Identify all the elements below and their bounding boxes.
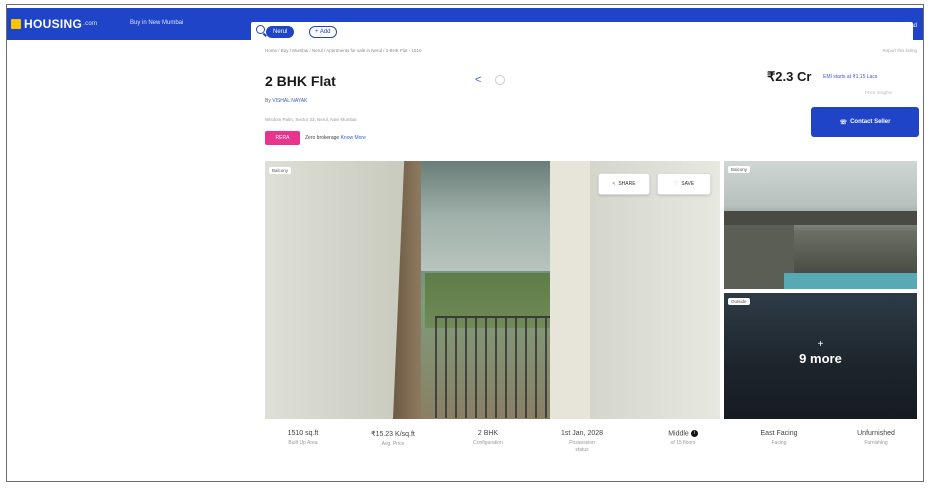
detail-value: 2 BHK	[477, 430, 499, 437]
pergola-roof	[724, 211, 917, 225]
search-bar[interactable]: Nerul + Add	[251, 22, 913, 42]
detail-label-line2: status	[575, 447, 589, 453]
detail-value-wrap: Middle i	[645, 430, 721, 437]
main-photo[interactable]: Balcony < SHARE ♡ SAVE	[265, 161, 720, 419]
brokerage-info: Zero brokerage Know More	[305, 135, 366, 141]
photo-tag: Balcony	[269, 167, 292, 174]
detail-label: Furnishing	[864, 440, 888, 446]
phone-icon: ☏	[839, 119, 848, 126]
wall	[550, 161, 590, 419]
side-photo-bottom[interactable]: Outside + 9 more	[724, 293, 917, 419]
detail-value: Unfurnished	[857, 430, 895, 437]
detail-label: Configuration	[473, 440, 503, 446]
photo-tag: Outside	[728, 298, 750, 305]
detail-label: Possession	[569, 440, 595, 446]
detail-built-up-area: 1510 sq.ft Built Up Area	[265, 430, 341, 446]
price: ₹2.3 Cr	[767, 69, 812, 84]
detail-value: Middle	[668, 430, 689, 438]
detail-value: East Facing	[760, 430, 798, 437]
share-icon[interactable]: <	[475, 74, 481, 86]
save-label: SAVE	[681, 181, 695, 187]
detail-label: of 15 floors	[670, 440, 696, 447]
side-photo-top[interactable]: Balcony	[724, 161, 917, 289]
detail-avg-price: ₹15.23 K/sq.ft Avg. Price	[353, 430, 433, 447]
share-icon: <	[612, 181, 616, 187]
page-title: 2 BHK Flat	[265, 73, 336, 89]
search-icon	[256, 25, 265, 34]
price-insights-link[interactable]: Price Insights	[865, 90, 892, 95]
seller-byline: By VISHAL NAYAK	[265, 98, 307, 104]
detail-label: Facing	[771, 440, 787, 446]
detail-floor: Middle i of 15 floors	[645, 430, 721, 446]
share-label: SHARE	[618, 181, 636, 187]
know-more-link[interactable]: Know More	[341, 135, 366, 141]
detail-value: 1st Jan, 2028	[560, 430, 604, 437]
download-app-link[interactable]: Download	[882, 22, 917, 29]
seller-name-link[interactable]: VISHAL NAYAK	[272, 98, 307, 104]
download-icon	[882, 22, 888, 29]
byline-prefix: By	[265, 98, 271, 104]
property-details-strip: 1510 sq.ft Built Up Area ₹15.23 K/sq.ft …	[265, 430, 917, 475]
logo-icon	[11, 19, 21, 29]
detail-value: 1510 sq.ft	[287, 430, 319, 437]
detail-value: ₹15.23 K/sq.ft	[371, 431, 415, 438]
city-chip[interactable]: Nerul	[266, 26, 295, 38]
detail-facing: East Facing Facing	[739, 430, 819, 446]
download-label: Download	[890, 22, 917, 29]
detail-possession: 1st Jan, 2028 Possession status	[542, 430, 622, 453]
share-button[interactable]: < SHARE	[598, 173, 650, 195]
door-frame	[393, 161, 421, 419]
detail-label: Built Up Area	[288, 440, 318, 446]
detail-furnishing: Unfurnished Furnishing	[835, 430, 917, 446]
save-button[interactable]: ♡ SAVE	[657, 173, 711, 195]
detail-label: Avg. Price	[381, 441, 405, 447]
top-header: HOUSING .com Buy in New Mumbai Nerul + A…	[7, 8, 923, 42]
logo-text: HOUSING	[24, 17, 83, 31]
logo-suffix: .com	[83, 21, 98, 27]
photo-tag: Balcony	[728, 166, 751, 173]
buy-location-menu[interactable]: Buy in New Mumbai	[130, 20, 183, 26]
pool	[784, 273, 917, 289]
housing-logo[interactable]: HOUSING .com	[11, 17, 97, 31]
blurred-wall	[590, 161, 720, 419]
breadcrumb[interactable]: Home / Buy / Mumbai / Nerul / Apartments…	[265, 48, 422, 53]
property-address: Wisdom Palm, Sector 33, Nerul, Navi Mumb…	[265, 117, 357, 122]
detail-configuration: 2 BHK Configuration	[453, 430, 523, 446]
contact-seller-label: Contact Seller	[850, 119, 891, 125]
more-photos-link[interactable]: 9 more	[724, 351, 917, 366]
brokerage-text: Zero brokerage	[305, 135, 340, 141]
emi-link[interactable]: EMI starts at ₹1.15 Lacs	[823, 74, 877, 80]
add-locality-chip[interactable]: + Add	[309, 26, 337, 38]
info-icon[interactable]: i	[690, 430, 698, 437]
heart-icon[interactable]	[495, 75, 505, 85]
heart-icon: ♡	[673, 181, 679, 187]
more-plus-icon: +	[817, 339, 824, 350]
rera-badge: RERA	[265, 131, 300, 145]
contact-seller-button[interactable]: ☏ Contact Seller	[811, 107, 919, 137]
report-link[interactable]: Report this listing	[882, 48, 917, 53]
